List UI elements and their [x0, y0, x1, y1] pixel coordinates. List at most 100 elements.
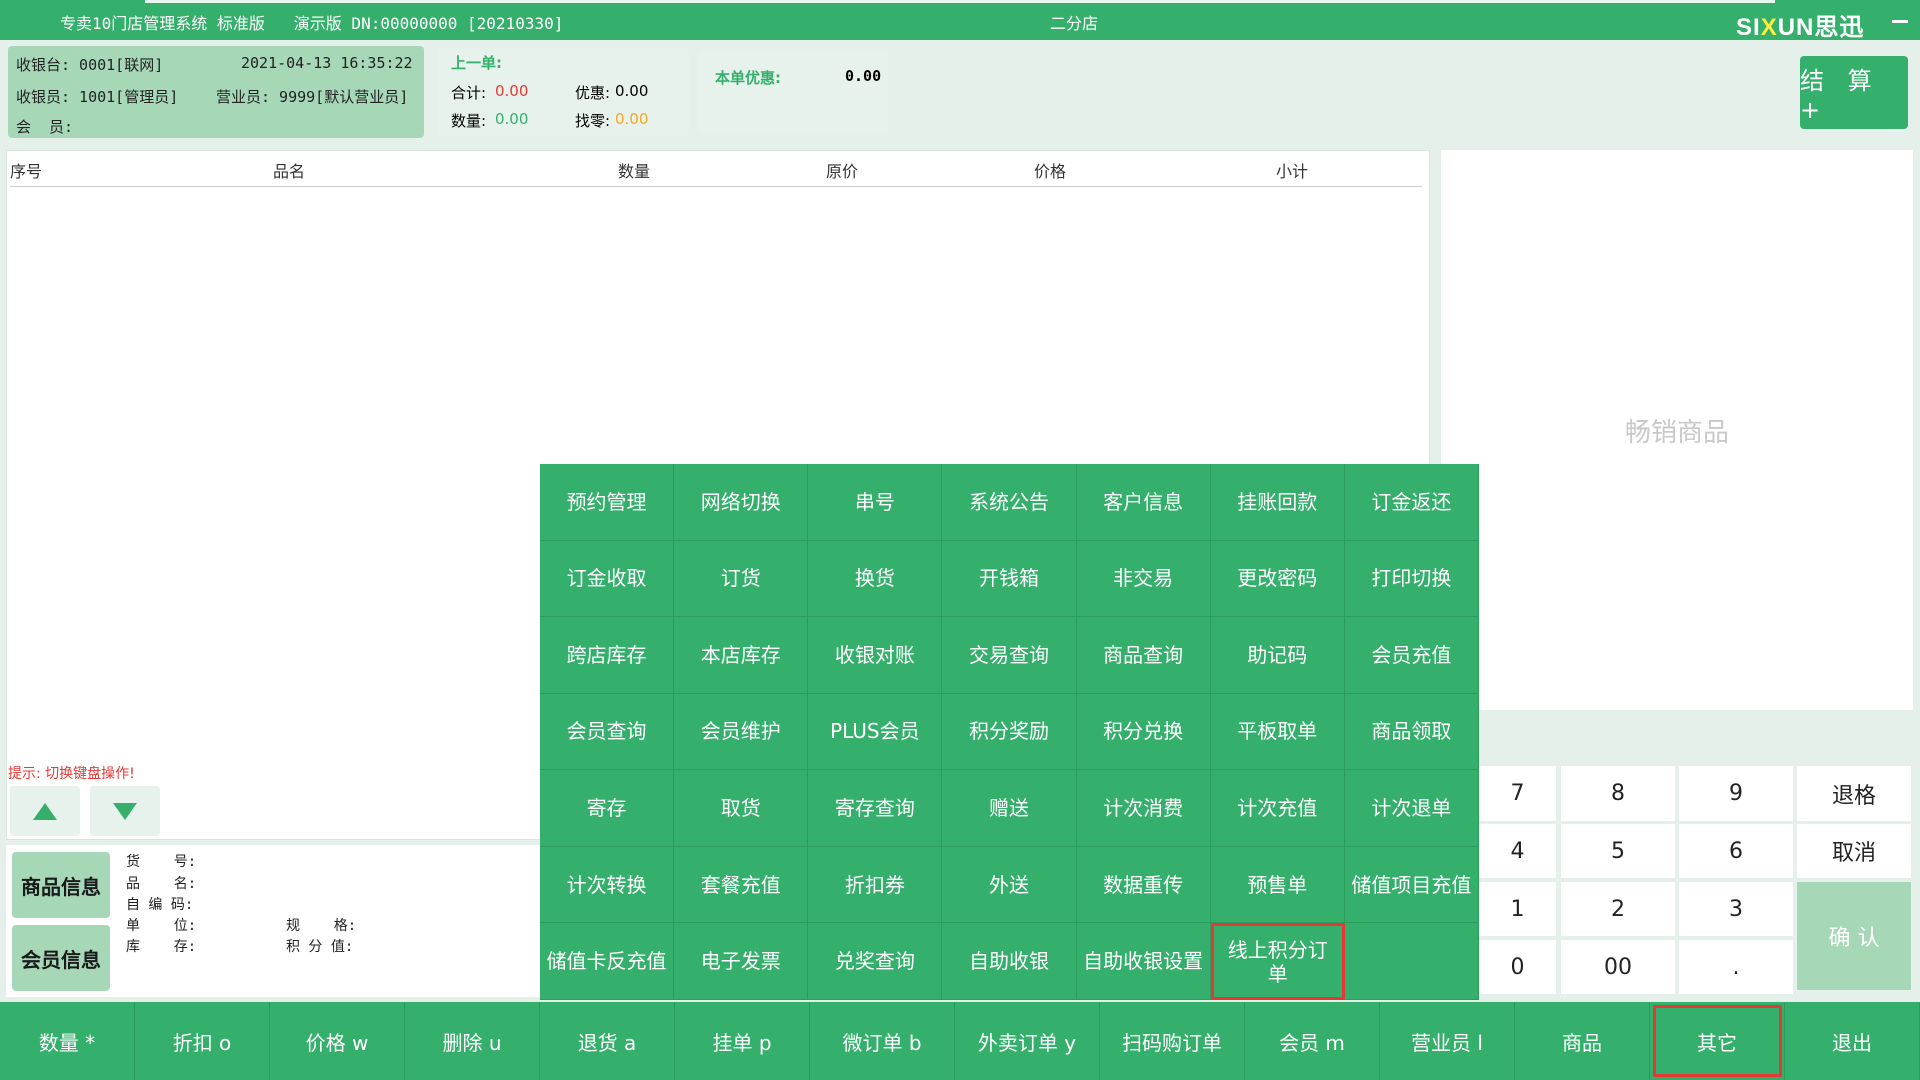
menu-item[interactable]: 挂账回款 [1210, 464, 1345, 541]
menu-item[interactable]: 会员充值 [1344, 617, 1479, 694]
cancel-key[interactable]: 取消 [1797, 824, 1911, 878]
menu-item[interactable]: 取货 [674, 770, 809, 847]
function-button[interactable]: 会员 m [1245, 1002, 1380, 1080]
menu-item[interactable]: 收银对账 [808, 617, 943, 694]
product-info-button[interactable]: 商品信息 [12, 852, 110, 918]
menu-item[interactable]: 积分兑换 [1076, 693, 1211, 771]
function-button[interactable]: 商品 [1515, 1002, 1650, 1080]
key-00[interactable]: 00 [1561, 940, 1675, 994]
function-button[interactable]: 价格 w [270, 1002, 405, 1080]
menu-item[interactable]: 平板取单 [1210, 693, 1345, 771]
menu-item-online-points-order[interactable]: 线上积分订单 [1210, 923, 1345, 1000]
confirm-key[interactable]: 确 认 [1797, 882, 1911, 990]
function-button[interactable]: 微订单 b [810, 1002, 955, 1080]
arrow-down-icon [113, 803, 137, 820]
menu-item[interactable]: 计次转换 [540, 846, 675, 924]
menu-item[interactable]: 更改密码 [1210, 540, 1345, 618]
menu-item[interactable]: 串号 [808, 464, 943, 541]
key-5[interactable]: 5 [1561, 824, 1675, 878]
keypad-entry[interactable] [1479, 712, 1911, 762]
menu-item[interactable]: 计次充值 [1210, 770, 1345, 847]
key-2[interactable]: 2 [1561, 882, 1675, 936]
field-code: 自 编 码: [126, 897, 194, 913]
menu-item[interactable]: 订金收取 [540, 540, 675, 618]
sixun-logo: SIXUN思迅 [1736, 14, 1865, 41]
menu-item[interactable]: 商品领取 [1344, 693, 1479, 771]
checkout-button[interactable]: 结 算 + [1800, 56, 1908, 129]
menu-item[interactable]: 储值项目充值 [1344, 846, 1479, 924]
backspace-key[interactable]: 退格 [1797, 766, 1911, 821]
col-orig-price: 原价 [826, 162, 859, 181]
menu-item[interactable]: 计次退单 [1344, 770, 1479, 847]
total-label: 合计: [451, 84, 487, 102]
scroll-down-button[interactable] [90, 786, 160, 836]
menu-item[interactable]: 网络切换 [674, 464, 809, 541]
menu-item[interactable]: 助记码 [1210, 617, 1345, 694]
menu-item[interactable]: 跨店库存 [540, 617, 675, 694]
function-button[interactable]: 退货 a [540, 1002, 675, 1080]
menu-item[interactable]: 储值卡反充值 [540, 923, 675, 1000]
menu-item[interactable]: 寄存 [540, 770, 675, 847]
menu-item[interactable]: 系统公告 [942, 464, 1077, 541]
menu-item[interactable]: PLUS会员 [808, 693, 943, 771]
menu-item[interactable]: 套餐充值 [674, 846, 809, 924]
exit-button[interactable]: 退出 [1785, 1002, 1920, 1080]
bestseller-label: 畅销商品 [1624, 418, 1729, 448]
menu-item[interactable]: 折扣券 [808, 846, 943, 924]
key-3[interactable]: 3 [1679, 882, 1793, 936]
key-1[interactable]: 1 [1479, 882, 1556, 936]
menu-item[interactable]: 自助收银 [942, 923, 1077, 1000]
menu-item[interactable]: 积分奖励 [942, 693, 1077, 771]
menu-item[interactable]: 外送 [942, 846, 1077, 924]
menu-item[interactable]: 订货 [674, 540, 809, 618]
function-button[interactable]: 扫码购订单 [1100, 1002, 1245, 1080]
menu-item[interactable]: 赠送 [942, 770, 1077, 847]
key-9[interactable]: 9 [1679, 766, 1793, 821]
col-subtotal: 小计 [1276, 162, 1309, 181]
menu-item[interactable]: 预约管理 [540, 464, 675, 541]
key-6[interactable]: 6 [1679, 824, 1793, 878]
menu-item[interactable]: 非交易 [1076, 540, 1211, 618]
menu-item[interactable]: 本店库存 [674, 617, 809, 694]
menu-item[interactable]: 商品查询 [1076, 617, 1211, 694]
minimize-icon[interactable] [1888, 8, 1912, 32]
menu-item[interactable]: 客户信息 [1076, 464, 1211, 541]
menu-item[interactable]: 数据重传 [1076, 846, 1211, 924]
title-bar: 专卖10门店管理系统 标准版 演示版 DN:00000000 [20210330… [0, 0, 1920, 41]
keypad: 7 8 9 退格 4 5 6 取消 1 2 3 确 认 0 00 . [1479, 766, 1911, 994]
menu-item[interactable]: 计次消费 [1076, 770, 1211, 847]
member-info-button[interactable]: 会员信息 [12, 925, 110, 991]
key-0[interactable]: 0 [1479, 940, 1556, 994]
function-button[interactable]: 挂单 p [675, 1002, 810, 1080]
menu-item[interactable]: 打印切换 [1344, 540, 1479, 618]
key-4[interactable]: 4 [1479, 824, 1556, 878]
menu-item[interactable]: 预售单 [1210, 846, 1345, 924]
key-8[interactable]: 8 [1561, 766, 1675, 821]
store-name: 二分店 [1050, 14, 1099, 33]
menu-item[interactable]: 会员维护 [674, 693, 809, 771]
cashier: 收银员: 1001[管理员] [16, 88, 179, 106]
scroll-up-button[interactable] [10, 786, 80, 836]
menu-item[interactable]: 换货 [808, 540, 943, 618]
function-button[interactable]: 折扣 o [135, 1002, 270, 1080]
menu-item[interactable]: 开钱箱 [942, 540, 1077, 618]
menu-item[interactable]: 交易查询 [942, 617, 1077, 694]
function-button[interactable]: 营业员 l [1380, 1002, 1515, 1080]
arrow-up-icon [33, 803, 57, 820]
change-label: 找零: [575, 112, 611, 130]
key-7[interactable]: 7 [1479, 766, 1556, 821]
key-dot[interactable]: . [1679, 940, 1793, 994]
menu-item[interactable]: 订金返还 [1344, 464, 1479, 541]
function-button[interactable]: 数量 * [0, 1002, 135, 1080]
menu-item[interactable]: 电子发票 [674, 923, 809, 1000]
other-button[interactable]: 其它 [1650, 1002, 1785, 1080]
function-button[interactable]: 删除 u [405, 1002, 540, 1080]
menu-item[interactable]: 自助收银设置 [1076, 923, 1211, 1000]
last-order-panel: 上一单: 合计: 0.00 优惠: 0.00 数量: 0.00 找零: 0.00 [437, 48, 689, 136]
col-name: 品名 [273, 162, 306, 181]
menu-item[interactable]: 会员查询 [540, 693, 675, 771]
menu-item[interactable]: 兑奖查询 [808, 923, 943, 1000]
menu-item[interactable]: 寄存查询 [808, 770, 943, 847]
function-button[interactable]: 外卖订单 y [955, 1002, 1100, 1080]
field-unit: 单 位: [126, 918, 197, 934]
